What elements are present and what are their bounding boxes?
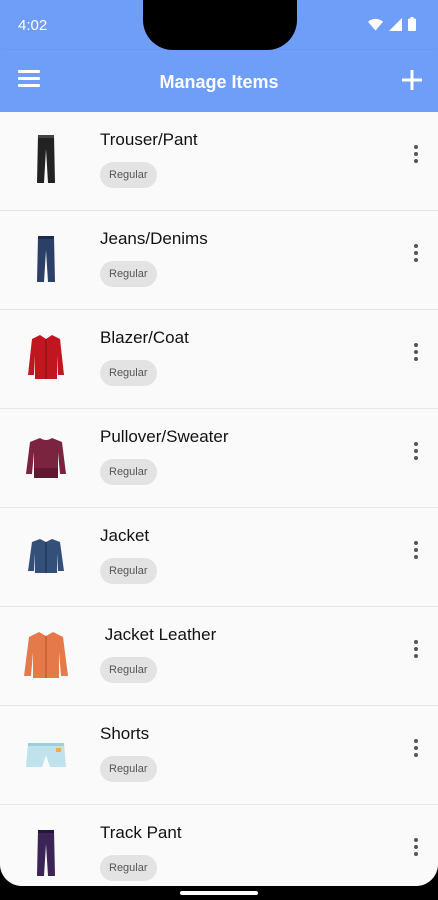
item-tag: Regular (100, 459, 157, 485)
list-item[interactable]: Track Pant Regular (0, 805, 438, 886)
denim-jacket-icon (14, 523, 78, 587)
orange-leather-jacket-icon (14, 622, 78, 686)
item-name: Shorts (100, 724, 150, 743)
more-options-icon[interactable] (408, 836, 424, 858)
more-options-icon[interactable] (408, 242, 424, 264)
more-options-icon[interactable] (408, 143, 424, 165)
item-tag: Regular (100, 261, 157, 287)
list-item[interactable]: Jeans/Denims Regular (0, 211, 438, 310)
black-trouser-icon (14, 127, 78, 191)
list-item[interactable]: Trouser/Pant Regular (0, 112, 438, 211)
item-tag: Regular (100, 657, 157, 683)
more-options-icon[interactable] (408, 638, 424, 660)
system-icons (368, 17, 416, 31)
item-name: Blazer/Coat (100, 328, 189, 347)
camera-notch (143, 0, 297, 50)
add-item-button[interactable] (398, 63, 426, 97)
wifi-icon (368, 18, 383, 31)
item-tag: Regular (100, 855, 157, 881)
items-list: Trouser/Pant Regular Jeans/Denims Regula… (0, 112, 438, 886)
more-options-icon[interactable] (408, 737, 424, 759)
light-blue-shorts-icon (14, 721, 78, 785)
more-options-icon[interactable] (408, 539, 424, 561)
plus-icon (402, 70, 422, 90)
item-tag: Regular (100, 756, 157, 782)
item-name: Pullover/Sweater (100, 427, 229, 446)
battery-icon (408, 17, 416, 31)
item-tag: Regular (100, 162, 157, 188)
app-screen: 4:02 Manage Items Trouser/Pant Regular J… (0, 0, 438, 886)
item-name: Trouser/Pant (100, 130, 198, 149)
page-title: Manage Items (159, 72, 279, 92)
more-options-icon[interactable] (408, 341, 424, 363)
item-name: Jeans/Denims (100, 229, 208, 248)
status-time: 4:02 (18, 17, 48, 34)
list-item[interactable]: Shorts Regular (0, 706, 438, 805)
list-item[interactable]: Pullover/Sweater Regular (0, 409, 438, 508)
list-item[interactable]: Blazer/Coat Regular (0, 310, 438, 409)
purple-track-pant-icon (14, 820, 78, 884)
item-name: Track Pant (100, 823, 182, 842)
item-name: Jacket (100, 526, 150, 545)
signal-icon (389, 17, 402, 31)
more-options-icon[interactable] (408, 440, 424, 462)
item-name: Jacket Leather (100, 625, 217, 644)
status-bar: 4:02 (0, 0, 438, 50)
item-tag: Regular (100, 558, 157, 584)
red-blazer-icon (14, 325, 78, 389)
home-indicator[interactable] (180, 891, 258, 895)
app-bar: Manage Items (0, 50, 438, 112)
item-tag: Regular (100, 360, 157, 386)
list-item[interactable]: Jacket Regular (0, 508, 438, 607)
list-item[interactable]: Jacket Leather Regular (0, 607, 438, 706)
blue-jeans-icon (14, 226, 78, 290)
maroon-sweater-icon (14, 424, 78, 488)
